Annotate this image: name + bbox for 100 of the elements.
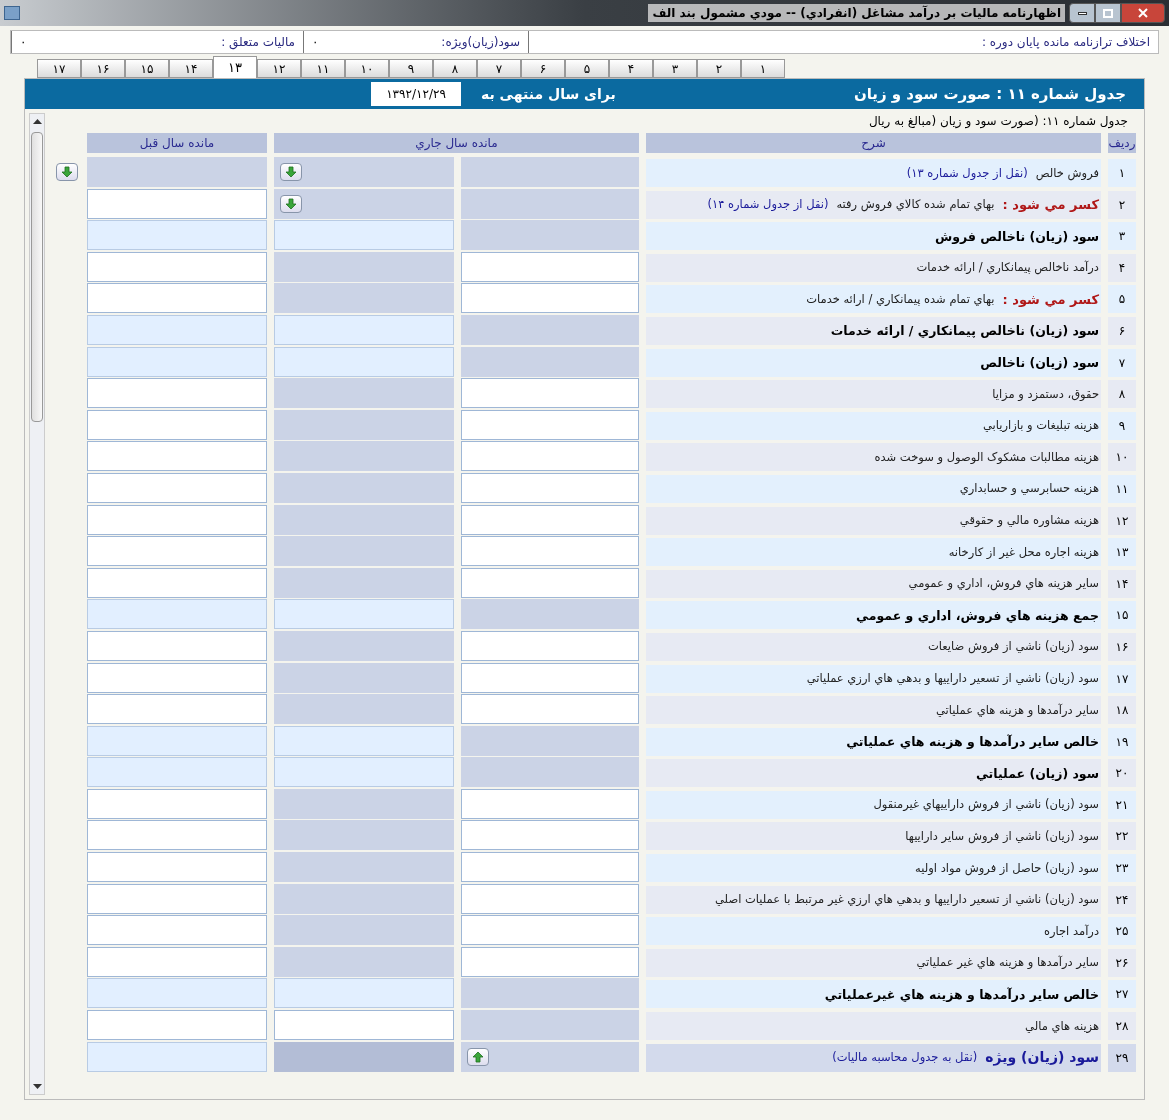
row-label: سود (زيان) ناخالص پيمانکاري / ارائه خدمات — [830, 324, 1099, 338]
arrow-down-icon — [285, 166, 297, 178]
amount-field[interactable] — [87, 662, 267, 693]
row-label: فروش خالص — [1035, 166, 1099, 180]
row-number: ۷ — [1108, 348, 1136, 377]
tab[interactable]: ۱۶ — [81, 59, 125, 78]
tab[interactable]: ۲ — [697, 59, 741, 78]
maximize-icon — [1103, 8, 1113, 18]
row-number: ۵ — [1108, 285, 1136, 314]
amount-field[interactable] — [87, 1010, 267, 1041]
row-number: ۱۶ — [1108, 632, 1136, 661]
amount-field[interactable] — [461, 788, 639, 819]
source-note: (نقل به جدول محاسبه ماليات) — [832, 1051, 978, 1065]
amount-field[interactable] — [461, 820, 639, 851]
row-number: ۱۲ — [1108, 506, 1136, 535]
row-number: ۱۴ — [1108, 569, 1136, 598]
year-end-field[interactable]: ۱۳۹۲/۱۲/۲۹ — [371, 82, 461, 106]
tab[interactable]: ۴ — [609, 59, 653, 78]
row-number: ۲۹ — [1108, 1043, 1136, 1072]
window-title: اظهارنامه ماليات بر درآمد مشاغل (انفرادي) -- مودي مشمول بند الف — [648, 4, 1065, 22]
tab[interactable]: ۱۳ — [213, 56, 257, 78]
tab[interactable]: ۸ — [433, 59, 477, 78]
minimize-button[interactable] — [1069, 3, 1095, 23]
amount-field[interactable] — [461, 536, 639, 567]
amount-field[interactable] — [461, 251, 639, 282]
amount-field[interactable] — [87, 820, 267, 851]
column-header: شرح — [646, 133, 1101, 153]
amount-field[interactable] — [87, 567, 267, 598]
tab[interactable]: ۱۴ — [169, 59, 213, 78]
amount-field[interactable] — [461, 472, 639, 503]
close-button[interactable] — [1121, 3, 1165, 23]
amount-field[interactable] — [461, 567, 639, 598]
amount-field[interactable] — [461, 883, 639, 914]
amount-field[interactable] — [87, 946, 267, 977]
amount-field[interactable] — [461, 504, 639, 535]
amount-field[interactable] — [461, 283, 639, 314]
scroll-down-icon[interactable] — [32, 1084, 42, 1090]
amount-field[interactable] — [87, 536, 267, 567]
arrow-down-icon — [61, 166, 73, 178]
row-label: سود (زيان) ويژه — [985, 1051, 1099, 1065]
row-label: هزينه تبليغات و بازاريابي — [982, 419, 1099, 433]
tab[interactable]: ۷ — [477, 59, 521, 78]
scrollbar-thumb[interactable] — [31, 132, 43, 422]
amount-field[interactable] — [87, 441, 267, 472]
row-number: ۲۰ — [1108, 759, 1136, 788]
amount-field[interactable] — [87, 472, 267, 503]
amount-field[interactable] — [87, 694, 267, 725]
maximize-button[interactable] — [1095, 3, 1121, 23]
scroll-up-icon[interactable] — [32, 118, 42, 124]
row-number: ۳ — [1108, 222, 1136, 251]
tab[interactable]: ۳ — [653, 59, 697, 78]
summary-label: اختلاف ترازنامه مانده پايان دوره : — [981, 34, 1150, 51]
amount-field[interactable] — [87, 378, 267, 409]
amount-field[interactable] — [87, 915, 267, 946]
row-label: ساير درآمدها و هزينه هاي غير عملياتي — [916, 956, 1099, 970]
amount-field[interactable] — [461, 378, 639, 409]
amount-field[interactable] — [461, 662, 639, 693]
row-label: سود (زيان) ناشي از فروش داراييهاي غيرمنقول — [873, 798, 1099, 812]
amount-field[interactable] — [87, 283, 267, 314]
summary-value: ٠ — [20, 34, 27, 51]
move-up-button[interactable] — [467, 1047, 489, 1066]
amount-field[interactable] — [87, 852, 267, 883]
move-down-button[interactable] — [280, 163, 302, 181]
tab[interactable]: ۱۱ — [301, 59, 345, 78]
row-number: ۲۲ — [1108, 822, 1136, 851]
move-down-button[interactable] — [280, 194, 302, 213]
row-number: ۲۸ — [1108, 1012, 1136, 1041]
amount-field[interactable] — [461, 852, 639, 883]
amount-field[interactable] — [87, 188, 267, 219]
tab[interactable]: ۱۷ — [37, 59, 81, 78]
amount-field[interactable] — [87, 409, 267, 440]
tab[interactable]: ۶ — [521, 59, 565, 78]
amount-field[interactable] — [87, 788, 267, 819]
row-number: ۱۳ — [1108, 538, 1136, 567]
tab[interactable]: ۱۰ — [345, 59, 389, 78]
amount-field[interactable] — [461, 409, 639, 440]
amount-field[interactable] — [461, 915, 639, 946]
row-label: بهاي تمام شده کالاي فروش رفته — [836, 198, 995, 212]
tab[interactable]: ۱ — [741, 59, 785, 78]
row-number: ۱۰ — [1108, 443, 1136, 472]
row-label: هزينه حسابرسي و حسابداري — [959, 482, 1099, 496]
amount-field[interactable] — [461, 946, 639, 977]
amount-field[interactable] — [274, 1010, 454, 1041]
row-label: سود (زيان) ناخالص — [980, 356, 1099, 370]
amount-field[interactable] — [87, 504, 267, 535]
amount-field[interactable] — [461, 441, 639, 472]
tab[interactable]: ۵ — [565, 59, 609, 78]
row-label: سود (زيان) حاصل از فروش مواد اوليه — [915, 861, 1099, 875]
move-down-button[interactable] — [56, 163, 78, 181]
amount-field[interactable] — [87, 883, 267, 914]
amount-field[interactable] — [461, 630, 639, 661]
tab[interactable]: ۹ — [389, 59, 433, 78]
row-number: ۱۸ — [1108, 696, 1136, 725]
amount-field[interactable] — [87, 251, 267, 282]
tab[interactable]: ۱۲ — [257, 59, 301, 78]
row-label: سود (زيان) عملياتي — [975, 766, 1099, 780]
tab[interactable]: ۱۵ — [125, 59, 169, 78]
amount-field[interactable] — [87, 630, 267, 661]
amount-field[interactable] — [461, 694, 639, 725]
vertical-scrollbar[interactable] — [29, 113, 45, 1095]
